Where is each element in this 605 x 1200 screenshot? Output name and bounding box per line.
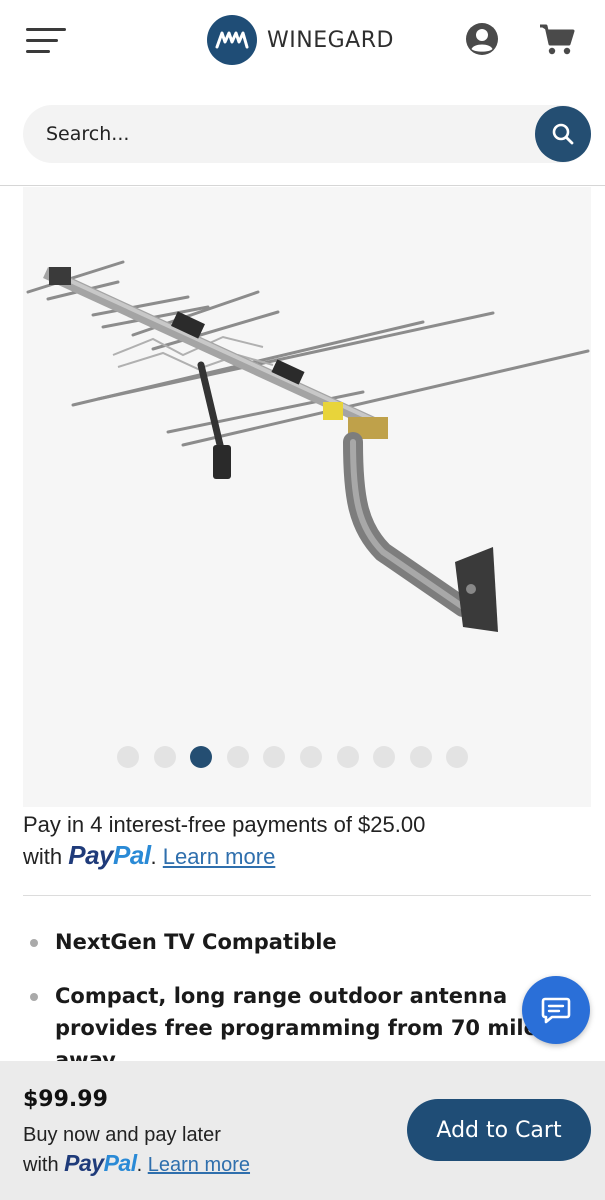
antenna-product-image [26, 260, 590, 632]
carousel-dots [117, 746, 483, 768]
section-divider [23, 895, 591, 896]
carousel-dot-8[interactable] [373, 746, 396, 768]
learn-more-link[interactable]: Learn more [148, 1154, 250, 1176]
payin4-with-text: with [23, 844, 63, 869]
feature-item: NextGen TV Compatible [23, 926, 583, 958]
paypal-bnpl-message: Buy now and pay later with PayPal. Learn… [23, 1121, 323, 1179]
carousel-dot-4[interactable] [226, 746, 249, 768]
carousel-dot-5[interactable] [263, 746, 286, 768]
brand-name: WINEGARD [267, 27, 394, 53]
product-price: $99.99 [23, 1087, 108, 1112]
bnpl-period: . [136, 1154, 143, 1176]
search-button[interactable] [535, 106, 591, 162]
chat-bubble-icon [541, 997, 571, 1024]
sticky-purchase-bar: $99.99 Buy now and pay later with PayPal… [0, 1061, 605, 1200]
bnpl-text: Buy now and pay later [23, 1124, 221, 1146]
search-input[interactable] [46, 120, 526, 148]
carousel-dot-9[interactable] [409, 746, 432, 768]
add-to-cart-button[interactable]: Add to Cart [407, 1099, 591, 1161]
user-circle-icon[interactable] [466, 23, 498, 55]
carousel-dot-3-active[interactable] [190, 746, 213, 768]
winegard-logo[interactable]: WINEGARD [207, 15, 394, 65]
carousel-dot-2[interactable] [153, 746, 176, 768]
paypal-logo: PayPal [68, 840, 151, 870]
carousel-dot-1[interactable] [117, 746, 139, 768]
product-image-gallery[interactable] [23, 187, 591, 807]
carousel-dot-10[interactable] [446, 746, 469, 768]
winegard-logo-mark [207, 15, 257, 65]
paypal-pay-in-4-message: Pay in 4 interest-free payments of $25.0… [23, 810, 583, 872]
learn-more-link[interactable]: Learn more [163, 844, 276, 869]
paypal-logo: PayPal [64, 1150, 137, 1176]
shopping-cart-icon[interactable] [538, 22, 576, 56]
search-bar [23, 105, 591, 163]
carousel-dot-7[interactable] [336, 746, 359, 768]
payin4-period: . [150, 844, 157, 869]
chat-button[interactable] [522, 976, 590, 1044]
bnpl-with-text: with [23, 1154, 59, 1176]
hamburger-menu-icon[interactable] [26, 26, 68, 56]
payin4-text: Pay in 4 interest-free payments of $25.0… [23, 812, 426, 837]
site-header: WINEGARD [0, 0, 605, 186]
carousel-dot-6[interactable] [299, 746, 322, 768]
magnifier-icon [552, 123, 574, 145]
